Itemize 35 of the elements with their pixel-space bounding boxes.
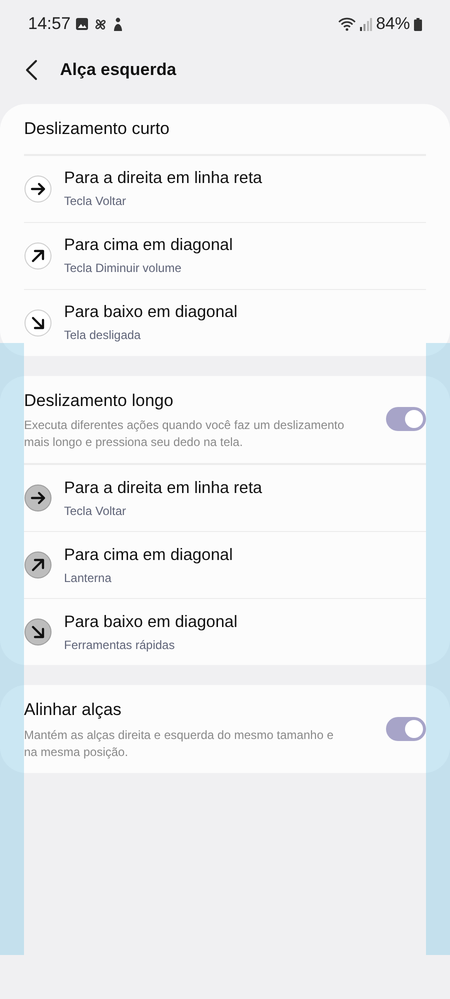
- gesture-title: Para cima em diagonal: [64, 235, 233, 256]
- image-icon: [74, 17, 89, 31]
- gesture-row[interactable]: Para cima em diagonal Lanterna: [24, 531, 426, 598]
- status-time: 14:57: [28, 13, 71, 36]
- pinwheel-icon: [92, 16, 108, 32]
- gesture-action: Lanterna: [64, 570, 112, 586]
- gesture-row[interactable]: Para baixo em diagonal Ferramentas rápidas: [24, 598, 426, 665]
- figure-icon: [112, 16, 124, 32]
- gesture-action: Ferramentas rápidas: [64, 636, 176, 654]
- gesture-action: Tecla Voltar: [64, 502, 128, 520]
- page-title: Alça esquerda: [60, 59, 176, 82]
- section-title: Alinhar alças: [24, 699, 122, 721]
- gesture-row[interactable]: Para a direita em linha reta Tecla Voltar: [24, 154, 426, 222]
- gesture-title: Para a direita em linha reta: [64, 168, 262, 189]
- section-title: Deslizamento curto: [24, 118, 171, 140]
- gesture-title: Para a direita em linha reta: [64, 478, 262, 498]
- signal-icon: [360, 17, 372, 31]
- toggle-switch[interactable]: [386, 716, 426, 741]
- gesture-action: Tecla Voltar: [64, 193, 128, 210]
- toggle-switch[interactable]: [386, 407, 426, 432]
- gesture-action: Tela desligada: [64, 327, 142, 344]
- gesture-row[interactable]: Para a direita em linha reta Tecla Voltar: [24, 464, 426, 531]
- gesture-title: Para cima em diagonal: [64, 544, 233, 566]
- gesture-title: Para baixo em diagonal: [64, 612, 238, 632]
- gesture-row[interactable]: Para baixo em diagonal Tela desligada: [24, 288, 426, 356]
- gesture-action: Tecla Diminuir volume: [64, 260, 182, 277]
- battery-percent: 84%: [376, 13, 410, 36]
- section-title: Deslizamento longo: [24, 390, 174, 412]
- back-icon[interactable]: [24, 59, 40, 81]
- battery-icon: [414, 18, 422, 30]
- gesture-row[interactable]: Para cima em diagonal Tecla Diminuir volume: [24, 222, 426, 288]
- section-description: Executa diferentes ações quando você faz um deslizamento mais longo e pressiona seu dedo na tela.: [24, 417, 346, 451]
- wifi-icon: [338, 17, 356, 31]
- gesture-title: Para baixo em diagonal: [64, 302, 238, 323]
- section-description: Mantém as alças direita e esquerda do mesmo tamanho e na mesma posição.: [24, 726, 334, 760]
